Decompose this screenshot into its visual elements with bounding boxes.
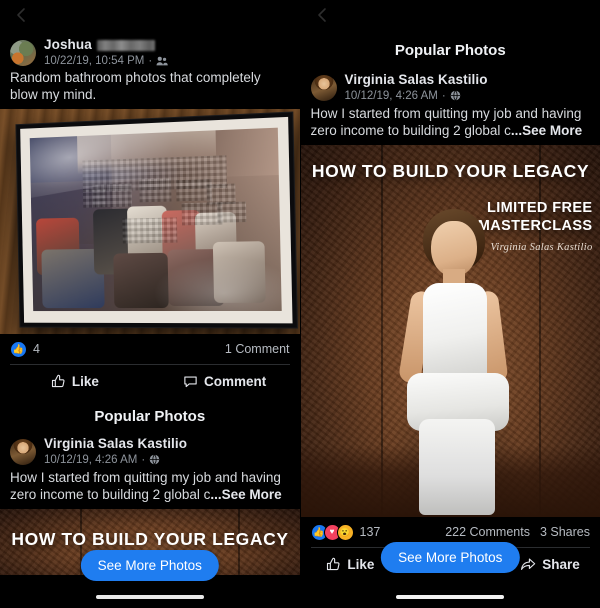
author-name-row: Virginia Salas Kastilio — [345, 72, 591, 88]
like-button-label: Like — [71, 373, 99, 389]
dual-panel-screenshot: Joshua 10/22/19, 10:54 PM · Random bathr… — [0, 0, 600, 608]
post-meta: 10/12/19, 4:26 AM · — [44, 454, 290, 466]
author-name[interactable]: Virginia Salas Kastilio — [44, 436, 187, 452]
globe-icon — [450, 90, 461, 102]
poster-model-photo — [300, 205, 600, 517]
author-name[interactable]: Joshua — [44, 37, 92, 53]
author-name[interactable]: Virginia Salas Kastilio — [345, 72, 488, 88]
engagement-counts: 👍 4 1 Comment — [0, 334, 300, 364]
see-more-photos-button[interactable]: See More Photos — [381, 542, 520, 573]
poster-title: HOW TO BUILD YOUR LEGACY — [11, 528, 289, 549]
author-block: Virginia Salas Kastilio 10/12/19, 4:26 A… — [345, 72, 591, 102]
post-text: Random bathroom photos that completely b… — [10, 69, 261, 102]
post-header: Joshua 10/22/19, 10:54 PM · — [0, 34, 300, 67]
right-navbar — [301, 0, 600, 34]
section-title: Popular Photos — [94, 407, 206, 425]
author-name-row: Virginia Salas Kastilio — [44, 436, 290, 452]
meta-separator: · — [441, 89, 446, 102]
redacted-surname — [96, 39, 155, 51]
reaction-summary[interactable]: 👍 4 — [10, 340, 40, 358]
post-photo[interactable] — [0, 108, 300, 334]
share-button-label: Share — [542, 556, 580, 572]
post-timestamp[interactable]: 10/22/19, 10:54 PM — [44, 55, 144, 67]
reaction-count: 4 — [33, 342, 40, 357]
share-count[interactable]: 3 Shares — [540, 525, 590, 539]
globe-icon — [149, 454, 160, 466]
next-post-text: How I started from quitting my job and h… — [0, 466, 300, 509]
like-button-label: Like — [347, 556, 375, 572]
author-name-row: Joshua — [44, 37, 290, 53]
see-more-link[interactable]: ...See More — [210, 487, 281, 502]
home-indicator — [396, 595, 505, 599]
framed-photograph — [29, 127, 282, 311]
reaction-count: 137 — [359, 525, 381, 540]
wow-reaction-icon: 😮 — [336, 523, 354, 541]
comment-button-label: Comment — [203, 373, 267, 389]
post-meta: 10/12/19, 4:26 AM · — [345, 90, 591, 102]
chevron-left-icon[interactable] — [313, 6, 331, 24]
poster-title: HOW TO BUILD YOUR LEGACY — [311, 160, 590, 181]
comment-button[interactable]: Comment — [150, 374, 300, 389]
section-title: Popular Photos — [394, 42, 506, 59]
thumbs-up-icon — [326, 557, 347, 572]
avatar[interactable] — [310, 75, 337, 101]
like-button[interactable]: Like — [0, 374, 150, 389]
reaction-summary[interactable]: 👍 ♥ 😮 137 — [310, 523, 381, 541]
right-panel: Popular Photos Virginia Salas Kastilio 1… — [300, 0, 600, 608]
post-header: Virginia Salas Kastilio 10/12/19, 4:26 A… — [301, 69, 600, 102]
post-timestamp[interactable]: 10/12/19, 4:26 AM — [44, 454, 137, 466]
next-post-header: Virginia Salas Kastilio 10/12/19, 4:26 A… — [0, 433, 300, 466]
comment-bubble-icon — [183, 374, 204, 389]
friends-icon — [156, 56, 168, 66]
avatar[interactable] — [10, 438, 36, 465]
post-text: How I started from quitting my job and h… — [301, 102, 600, 145]
left-panel: Joshua 10/22/19, 10:54 PM · Random bathr… — [0, 0, 301, 608]
like-reaction-icon: 👍 — [10, 340, 27, 358]
comment-count[interactable]: 222 Comments — [445, 525, 530, 539]
post-meta: 10/22/19, 10:54 PM · — [44, 55, 290, 67]
meta-separator: · — [141, 453, 146, 466]
chevron-left-icon[interactable] — [12, 6, 30, 24]
left-navbar — [0, 0, 300, 34]
author-block: Virginia Salas Kastilio 10/12/19, 4:26 A… — [44, 436, 290, 466]
home-indicator — [95, 595, 204, 599]
comment-share-group: 222 Comments 3 Shares — [445, 525, 590, 539]
frame-mat — [20, 116, 293, 324]
author-block: Joshua 10/22/19, 10:54 PM · — [44, 37, 290, 67]
masterclass-poster[interactable]: HOW TO BUILD YOUR LEGACY LIMITED FREE MA… — [300, 144, 600, 517]
meta-separator: · — [148, 54, 153, 67]
see-more-link[interactable]: ...See More — [511, 123, 582, 138]
see-more-photos-button[interactable]: See More Photos — [80, 550, 219, 581]
post-timestamp[interactable]: 10/12/19, 4:26 AM — [345, 90, 438, 102]
comment-count-group: 1 Comment — [225, 342, 290, 356]
avatar[interactable] — [10, 40, 36, 66]
thumbs-up-icon — [51, 374, 72, 389]
share-arrow-icon — [520, 557, 542, 572]
comment-count[interactable]: 1 Comment — [225, 342, 290, 356]
action-bar: Like Comment — [0, 365, 300, 398]
picture-frame — [15, 111, 298, 329]
